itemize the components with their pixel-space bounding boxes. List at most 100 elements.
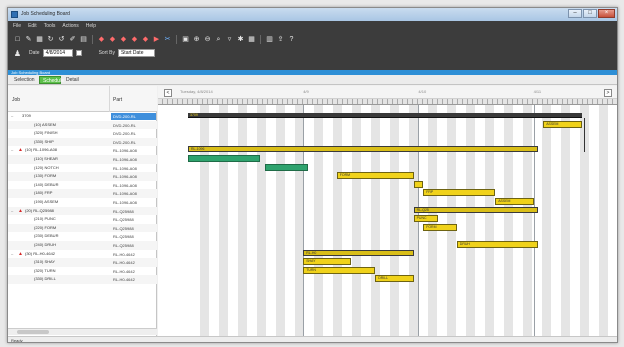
table-row[interactable]: (230) DEBUR RL-Q25988 bbox=[8, 232, 157, 241]
open-icon[interactable]: ✎ bbox=[24, 35, 33, 44]
table-row[interactable]: (180) FRP RL-1096-A08 bbox=[8, 189, 157, 198]
close-button[interactable]: × bbox=[598, 9, 615, 18]
zoom-in-icon[interactable]: ⊕ bbox=[192, 35, 201, 44]
save-icon[interactable]: ▦ bbox=[35, 35, 44, 44]
part-cell: RL-Q25988 bbox=[113, 208, 134, 214]
gantt-task-bar[interactable]: PUNC bbox=[413, 215, 438, 223]
shift-right-icon[interactable]: ◆ bbox=[130, 35, 139, 44]
gantt-task-bar[interactable]: DRILL bbox=[375, 275, 414, 283]
collapse-toggle-icon[interactable]: – bbox=[11, 146, 13, 155]
table-row[interactable]: – ▲ (30) RL-H0-4642 RL-H0-4642 bbox=[8, 250, 157, 259]
gantt-task-bar[interactable]: FORM bbox=[336, 172, 414, 180]
gantt-nonworking-stripe bbox=[504, 105, 513, 336]
gantt-nonworking-stripe bbox=[276, 105, 285, 336]
table-row[interactable]: – 3709 DVD-200-RL bbox=[8, 112, 157, 121]
collapse-toggle-icon[interactable]: – bbox=[11, 250, 13, 259]
table-row[interactable]: (330) DRILL RL-H0-4642 bbox=[8, 275, 157, 284]
gantt-task-bar[interactable]: SHAY bbox=[303, 258, 352, 266]
table-row[interactable]: (190) ASSEM RL-1096-A08 bbox=[8, 198, 157, 207]
unlock-icon[interactable]: ▶ bbox=[152, 35, 161, 44]
calendar-icon[interactable]: ▦ bbox=[247, 35, 256, 44]
gantt-summary-bar[interactable]: 3709 bbox=[188, 113, 582, 118]
table-row[interactable]: (130) FORM RL-1096-A08 bbox=[8, 172, 157, 181]
table-row[interactable]: – ▲ (10) RL-1096-A08 RL-1096-A08 bbox=[8, 146, 157, 155]
gantt-task-bar[interactable] bbox=[188, 155, 260, 162]
job-cell: (320) FINISH bbox=[34, 130, 58, 136]
print-icon[interactable]: ▤ bbox=[79, 35, 88, 44]
move-up-icon[interactable]: ◆ bbox=[97, 35, 106, 44]
help-icon[interactable]: ? bbox=[287, 35, 296, 44]
refresh-icon[interactable]: ↻ bbox=[46, 35, 55, 44]
table-row[interactable]: (330) SHIP DVD-200-RL bbox=[8, 137, 157, 147]
table-row[interactable]: (220) FORM RL-Q25988 bbox=[8, 223, 157, 233]
job-cell: (330) DRILL bbox=[34, 276, 56, 282]
collapse-toggle-icon[interactable]: – bbox=[11, 207, 13, 216]
gantt-task-bar[interactable]: TURN bbox=[303, 266, 376, 274]
table-row[interactable]: (10) ASSEM DVD-200-RL bbox=[8, 120, 157, 130]
merge-icon[interactable]: ▣ bbox=[181, 35, 190, 44]
job-cell: (10) RL-1096-A08 bbox=[25, 147, 58, 153]
next-period-button[interactable]: > bbox=[604, 89, 612, 97]
table-row[interactable]: (210) PUNC RL-Q25988 bbox=[8, 215, 157, 224]
settings-icon[interactable]: ✱ bbox=[236, 35, 245, 44]
menu-item-tools[interactable]: Tools bbox=[44, 23, 56, 32]
table-row[interactable]: (110) SHEAR RL-1096-A08 bbox=[8, 155, 157, 164]
table-row[interactable]: (240) DRUH RL-Q25988 bbox=[8, 241, 157, 250]
part-cell: RL-1096-A08 bbox=[113, 174, 137, 180]
tab-selection[interactable]: Selection bbox=[11, 76, 37, 84]
menu-item-edit[interactable]: Edit bbox=[28, 23, 37, 32]
gantt-task-bar[interactable]: DRUH bbox=[456, 241, 539, 248]
edit-icon[interactable]: ✐ bbox=[68, 35, 77, 44]
previous-period-button[interactable]: < bbox=[164, 89, 172, 97]
tab-detail[interactable]: Detail bbox=[63, 76, 81, 84]
menu-item-help[interactable]: Help bbox=[86, 23, 96, 32]
scrollbar-thumb[interactable] bbox=[17, 330, 49, 334]
split-icon[interactable]: ✂ bbox=[163, 35, 172, 44]
menu-item-file[interactable]: File bbox=[13, 23, 21, 32]
gantt-nonworking-stripe bbox=[314, 105, 323, 336]
report-icon[interactable]: ▥ bbox=[265, 35, 274, 44]
table-row[interactable]: (320) FINISH DVD-200-RL bbox=[8, 129, 157, 138]
horizontal-scrollbar[interactable] bbox=[8, 328, 157, 335]
gantt-summary-bar[interactable]: RL-1096 bbox=[188, 146, 539, 153]
gantt-summary-bar[interactable]: RL-Q25 bbox=[413, 206, 539, 213]
lock-icon[interactable]: ◆ bbox=[141, 35, 150, 44]
new-icon[interactable]: □ bbox=[13, 35, 22, 44]
job-cell: (190) ASSEM bbox=[34, 199, 59, 204]
export-icon[interactable]: ⇪ bbox=[276, 35, 285, 44]
undo-icon[interactable]: ↺ bbox=[57, 35, 66, 44]
tab-schedule[interactable]: Schedule bbox=[39, 76, 64, 84]
job-cell: (240) DRUH bbox=[34, 242, 57, 247]
maximize-button[interactable]: □ bbox=[583, 9, 597, 18]
job-cell: (180) FRP bbox=[34, 190, 53, 196]
column-divider bbox=[109, 86, 110, 112]
table-row[interactable]: – ▲ (20) RL-Q25988 RL-Q25988 bbox=[8, 206, 157, 216]
job-cell: (320) TURN bbox=[34, 267, 56, 273]
part-cell: RL-H0-4642 bbox=[113, 260, 135, 266]
sort-field[interactable]: Start Date bbox=[117, 49, 155, 57]
gantt-task-bar[interactable] bbox=[264, 163, 308, 171]
search-icon[interactable]: ⌕ bbox=[214, 35, 223, 44]
menu-item-actions[interactable]: Actions bbox=[62, 23, 78, 32]
table-row[interactable]: (140) DEBUR RL-1096-A08 bbox=[8, 181, 157, 190]
column-header-part[interactable]: Part bbox=[113, 97, 122, 103]
gantt-task-bar[interactable]: ASSEM bbox=[543, 120, 582, 128]
gantt-task-bar[interactable]: FRP bbox=[423, 189, 496, 197]
shift-left-icon[interactable]: ◆ bbox=[119, 35, 128, 44]
menu-bar: File Edit Tools Actions Help bbox=[13, 23, 96, 32]
table-row[interactable]: (120) NOTCH RL-1096-A08 bbox=[8, 164, 157, 173]
column-header-job[interactable]: Job bbox=[12, 97, 20, 103]
minimize-button[interactable]: – bbox=[568, 9, 582, 18]
gantt-task-bar[interactable]: FORM bbox=[423, 223, 457, 231]
gantt-summary-bar[interactable]: RL-H0 bbox=[303, 249, 414, 256]
table-row[interactable]: (310) SHAY RL-H0-4642 bbox=[8, 258, 157, 267]
gantt-task-bar[interactable] bbox=[413, 180, 424, 188]
gantt-task-bar[interactable]: ASSEM bbox=[495, 198, 534, 205]
date-field[interactable]: 4/8/2014 bbox=[42, 49, 73, 57]
collapse-toggle-icon[interactable]: – bbox=[11, 112, 13, 121]
table-row[interactable]: (320) TURN RL-H0-4642 bbox=[8, 267, 157, 276]
move-down-icon[interactable]: ◆ bbox=[108, 35, 117, 44]
filter-icon[interactable]: ▿ bbox=[225, 35, 234, 44]
zoom-out-icon[interactable]: ⊖ bbox=[203, 35, 212, 44]
date-picker-checkbox[interactable] bbox=[75, 50, 82, 56]
